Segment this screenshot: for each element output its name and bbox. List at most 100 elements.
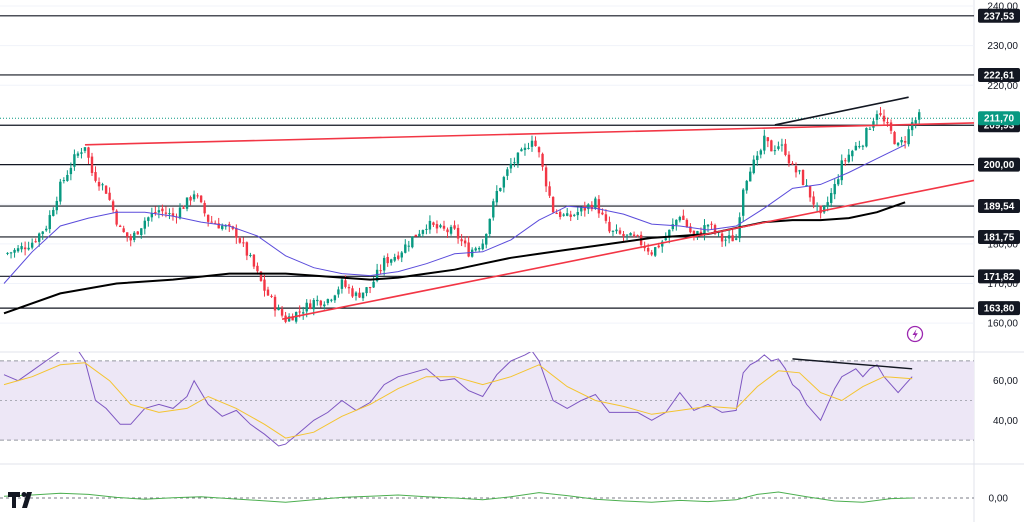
candle-body [16, 248, 20, 252]
candle-body [351, 288, 354, 297]
rsi-tick-label: 40,00 [993, 416, 1018, 427]
logo-t-shape [8, 492, 20, 508]
candle-body [446, 229, 449, 233]
candle-body [509, 163, 513, 169]
candle-body [104, 185, 108, 194]
candle-body [337, 289, 340, 295]
candle-body [646, 247, 650, 252]
candle-body [157, 210, 161, 213]
candle-body [830, 192, 833, 203]
candle-body [41, 231, 44, 234]
candle-body [136, 231, 139, 235]
candle-body [196, 195, 199, 197]
candle-body [654, 247, 657, 256]
candle-body [604, 214, 608, 221]
candle-body [826, 202, 829, 207]
candle-body [20, 246, 23, 250]
candle-body [724, 239, 727, 241]
candle-body [421, 230, 425, 234]
candle-body [541, 153, 544, 167]
candle-body [847, 154, 850, 162]
candle-body [601, 212, 604, 215]
candle-body [854, 145, 858, 151]
trendline [84, 122, 975, 146]
candle-body [851, 150, 854, 157]
candle-body [83, 147, 87, 151]
candle-body [865, 128, 868, 147]
moving-average-fast [3, 144, 906, 284]
candle-body [182, 207, 185, 209]
candle-body [488, 218, 491, 234]
candle-body [397, 255, 400, 259]
candle-body [203, 202, 206, 214]
candle-body [442, 225, 446, 229]
candle-body [467, 242, 470, 257]
candle-body [682, 215, 685, 220]
candle-body [361, 292, 365, 299]
candle-body [87, 147, 90, 158]
candle-body [302, 312, 305, 314]
price-tick-label: 220,00 [987, 81, 1018, 92]
candle-body [411, 236, 414, 248]
candle-body [326, 299, 330, 304]
candle-body [76, 153, 80, 156]
candle-body [615, 229, 618, 232]
price-tick-label: 230,00 [987, 41, 1018, 52]
tradingview-logo-icon [8, 492, 32, 508]
candle-body [147, 217, 150, 221]
candle-body [882, 115, 886, 122]
candle-body [245, 242, 249, 256]
oscillator-tick-label: 0,00 [989, 494, 1009, 505]
candle-body [273, 296, 277, 311]
candle-body [449, 226, 453, 234]
chart-root: 240,00230,00220,00210,00200,00190,00180,… [0, 0, 1024, 522]
candle-body [749, 171, 752, 182]
level-badge-label: 189,54 [984, 202, 1015, 213]
candle-body [766, 137, 770, 142]
candle-body [742, 189, 745, 216]
candle-body [896, 142, 900, 146]
candle-body [316, 299, 319, 302]
candle-body [481, 243, 484, 250]
candle-body [622, 233, 625, 237]
candle-body [101, 184, 104, 186]
candle-body [727, 235, 731, 239]
candle-body [914, 120, 917, 124]
candle-body [73, 154, 76, 167]
candle-body [886, 121, 889, 124]
price-tick-label: 160,00 [987, 319, 1018, 330]
candle-body [548, 186, 551, 196]
candle-body [108, 192, 111, 200]
candle-body [235, 228, 238, 238]
candle-body [6, 252, 9, 254]
candle-body [506, 169, 509, 176]
candle-body [706, 224, 710, 227]
candle-body [330, 299, 333, 301]
candle-body [636, 235, 639, 237]
candle-body [221, 225, 224, 230]
candle-body [780, 144, 784, 146]
lightning-icon[interactable] [906, 325, 924, 343]
candle-body [903, 141, 907, 143]
candle-body [150, 213, 154, 218]
candle-body [94, 172, 97, 181]
candle-body [731, 235, 734, 242]
candle-body [551, 196, 555, 213]
candle-body [889, 122, 893, 131]
candle-body [720, 233, 724, 242]
candle-body [238, 238, 242, 243]
moving-average-slow [3, 201, 906, 315]
candle-body [474, 248, 477, 251]
candle-body [530, 140, 534, 147]
candle-body [206, 214, 210, 222]
candle-body [249, 254, 252, 256]
candle-body [893, 132, 896, 145]
candle-body [199, 195, 203, 203]
candle-body [309, 303, 312, 309]
candle-body [59, 181, 62, 202]
candle-body [837, 179, 840, 185]
candle-body [875, 114, 879, 120]
candle-body [794, 166, 798, 173]
candle-body [38, 233, 41, 242]
candle-body [382, 257, 386, 271]
